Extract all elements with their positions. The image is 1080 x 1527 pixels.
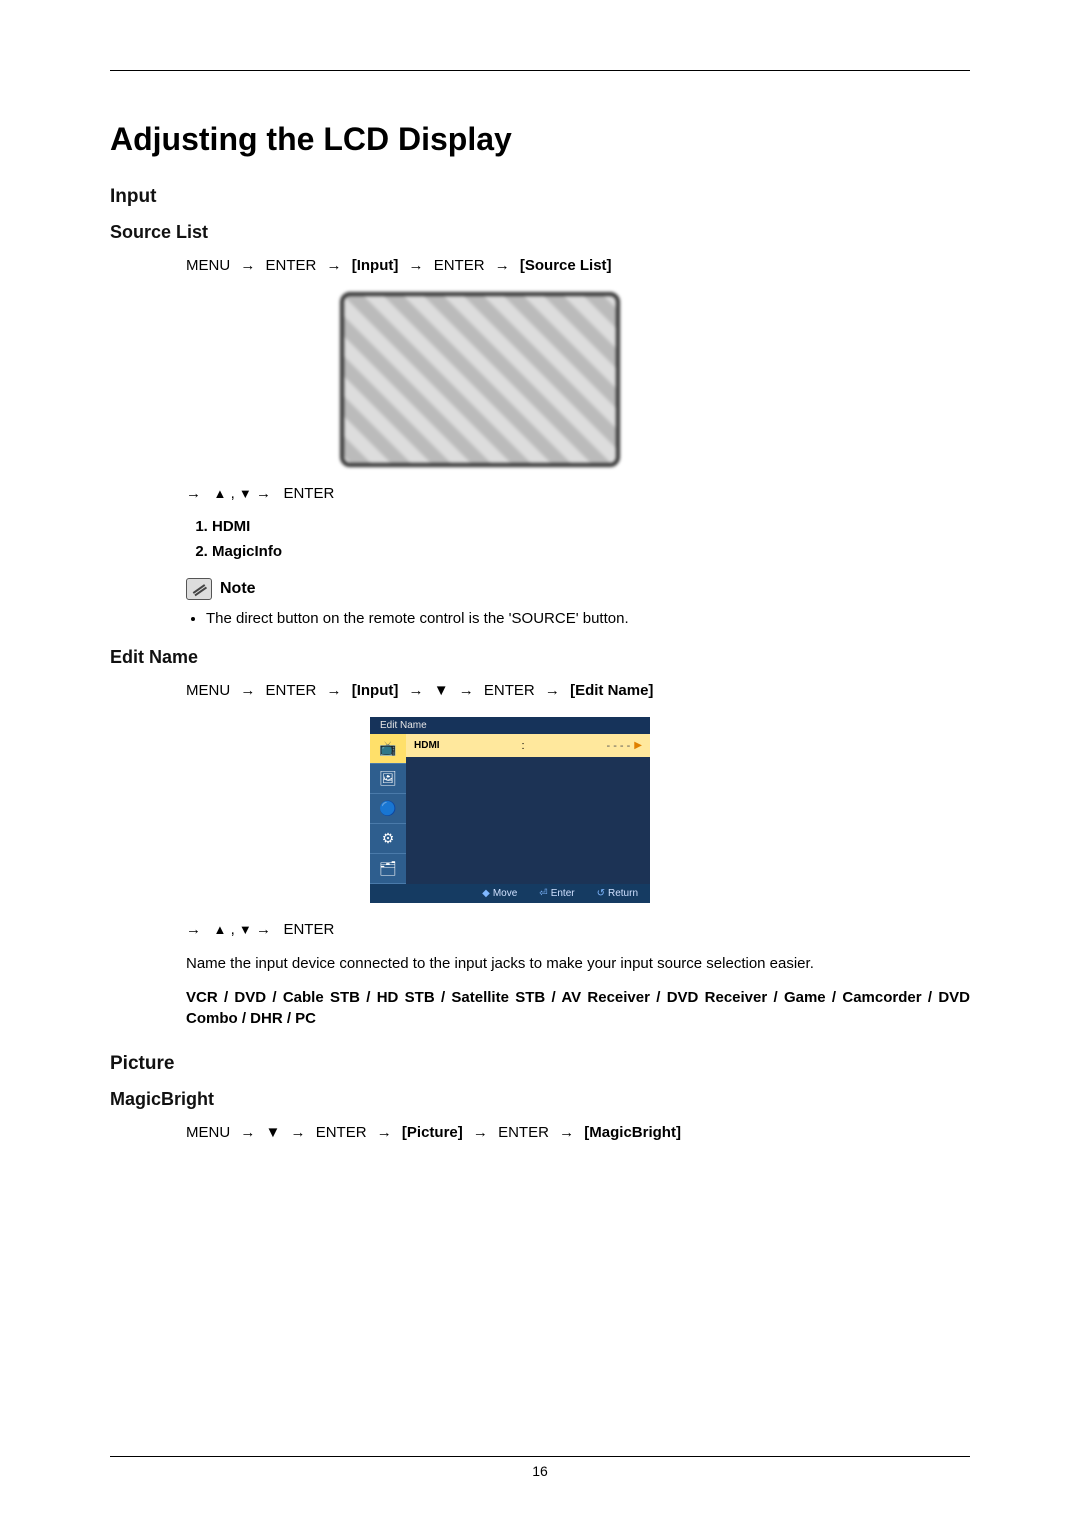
osd-empty-area [406, 757, 650, 884]
page-number: 16 [0, 1463, 1080, 1479]
note-bullets: The direct button on the remote control … [186, 610, 970, 627]
footer-divider [110, 1456, 970, 1457]
osd-row-hdmi: HDMI : - - - - ▶ [406, 734, 650, 757]
down-arrow-icon: ▼ [239, 922, 252, 937]
section-picture: Picture [110, 1053, 970, 1075]
crumb-menu: MENU [186, 257, 230, 274]
osd-row-value: - - - - ▶ [606, 740, 642, 752]
down-arrow-icon: ▼ [434, 682, 449, 699]
comma: , [231, 485, 239, 502]
arrow-right-icon: → [186, 921, 201, 938]
note-label: Note [220, 580, 256, 598]
breadcrumb-edit-name: MENU → ENTER → [Input] → ▼ → ENTER → [Ed… [186, 682, 970, 699]
nav-enter-label: ENTER [283, 921, 334, 938]
osd-tab-setup-icon: ⚙ [370, 824, 406, 854]
arrow-right-icon: → [403, 257, 430, 274]
arrow-right-icon: → [186, 485, 201, 502]
crumb-menu: MENU [186, 682, 230, 699]
arrow-right-icon: → [553, 1124, 580, 1141]
arrow-right-icon: → [234, 257, 261, 274]
osd-row-label: HDMI [414, 740, 440, 751]
breadcrumb-magicbright: MENU → ▼ → ENTER → [Picture] → ENTER → [… [186, 1124, 970, 1141]
note-icon [186, 578, 212, 600]
crumb-enter: ENTER [498, 1124, 549, 1141]
manual-page: Adjusting the LCD Display Input Source L… [0, 0, 1080, 1527]
crumb-enter: ENTER [484, 682, 535, 699]
arrow-right-icon: → [371, 1124, 398, 1141]
nav-hint-edit-name: → ▲ , ▼ → ENTER [186, 921, 970, 938]
crumb-input: [Input] [352, 257, 399, 274]
osd-footer-enter: ⏎Enter [539, 888, 574, 899]
nav-hint-source-list: → ▲ , ▼ → ENTER [186, 485, 970, 502]
crumb-picture: [Picture] [402, 1124, 463, 1141]
crumb-input: [Input] [352, 682, 399, 699]
osd-wrap: Edit Name 📺 🖼 🔵 ⚙ 🗂 HDMI : - - - - ▶ [50, 717, 970, 903]
osd-main: HDMI : - - - - ▶ [406, 734, 650, 884]
up-arrow-icon: ▲ [214, 486, 227, 501]
osd-panel: Edit Name 📺 🖼 🔵 ⚙ 🗂 HDMI : - - - - ▶ [370, 717, 650, 903]
osd-header: Edit Name [370, 717, 650, 734]
osd-icon-column: 📺 🖼 🔵 ⚙ 🗂 [370, 734, 406, 884]
arrow-right-icon: → [234, 1124, 261, 1141]
osd-row-sep: : [521, 740, 524, 752]
arrow-right-icon: → [467, 1124, 494, 1141]
subsection-edit-name: Edit Name [110, 647, 970, 668]
osd-tab-sound-icon: 🔵 [370, 794, 406, 824]
subsection-magicbright: MagicBright [110, 1089, 970, 1110]
osd-tab-input-icon: 📺 [370, 734, 406, 764]
down-arrow-icon: ▼ [239, 486, 252, 501]
up-arrow-icon: ▲ [214, 922, 227, 937]
arrow-right-icon: → [539, 682, 566, 699]
source-list-items: HDMI MagicInfo [186, 518, 970, 560]
edit-name-description: Name the input device connected to the i… [186, 954, 970, 974]
breadcrumb-source-list: MENU → ENTER → [Input] → ENTER → [Source… [186, 257, 970, 274]
diamond-icon: ◆ [482, 888, 490, 899]
crumb-menu: MENU [186, 1124, 230, 1141]
crumb-edit-name: [Edit Name] [570, 682, 653, 699]
arrow-right-icon: → [321, 257, 348, 274]
return-icon: ↺ [597, 888, 605, 899]
nav-enter-label: ENTER [283, 485, 334, 502]
crumb-source-list: [Source List] [520, 257, 612, 274]
crumb-enter: ENTER [266, 257, 317, 274]
arrow-right-icon: → [285, 1124, 312, 1141]
osd-tab-picture-icon: 🖼 [370, 764, 406, 794]
osd-footer: ◆Move ⏎Enter ↺Return [370, 884, 650, 903]
osd-body: 📺 🖼 🔵 ⚙ 🗂 HDMI : - - - - ▶ [370, 734, 650, 884]
crumb-enter: ENTER [316, 1124, 367, 1141]
note-bullet: The direct button on the remote control … [206, 610, 970, 627]
arrow-right-icon: → [453, 682, 480, 699]
note-row: Note [186, 578, 970, 600]
subsection-source-list: Source List [110, 222, 970, 243]
crumb-magicbright: [MagicBright] [584, 1124, 681, 1141]
triangle-right-icon: ▶ [634, 740, 642, 751]
crumb-enter: ENTER [266, 682, 317, 699]
comma: , [231, 921, 239, 938]
osd-tab-multi-icon: 🗂 [370, 854, 406, 884]
list-item: HDMI [212, 518, 970, 535]
edit-name-options: VCR / DVD / Cable STB / HD STB / Satelli… [186, 988, 970, 1029]
osd-footer-move: ◆Move [482, 888, 517, 899]
arrow-right-icon: → [403, 682, 430, 699]
source-list-graphic-wrap [50, 292, 910, 467]
arrow-right-icon: → [234, 682, 261, 699]
source-list-graphic [340, 292, 620, 467]
header-divider [110, 70, 970, 71]
arrow-right-icon: → [256, 921, 271, 938]
down-arrow-icon: ▼ [266, 1124, 281, 1141]
section-input: Input [110, 186, 970, 208]
list-item: MagicInfo [212, 543, 970, 560]
enter-icon: ⏎ [539, 888, 547, 899]
crumb-enter: ENTER [434, 257, 485, 274]
osd-footer-return: ↺Return [597, 888, 638, 899]
page-title: Adjusting the LCD Display [110, 121, 970, 158]
arrow-right-icon: → [321, 682, 348, 699]
arrow-right-icon: → [256, 485, 271, 502]
arrow-right-icon: → [489, 257, 516, 274]
